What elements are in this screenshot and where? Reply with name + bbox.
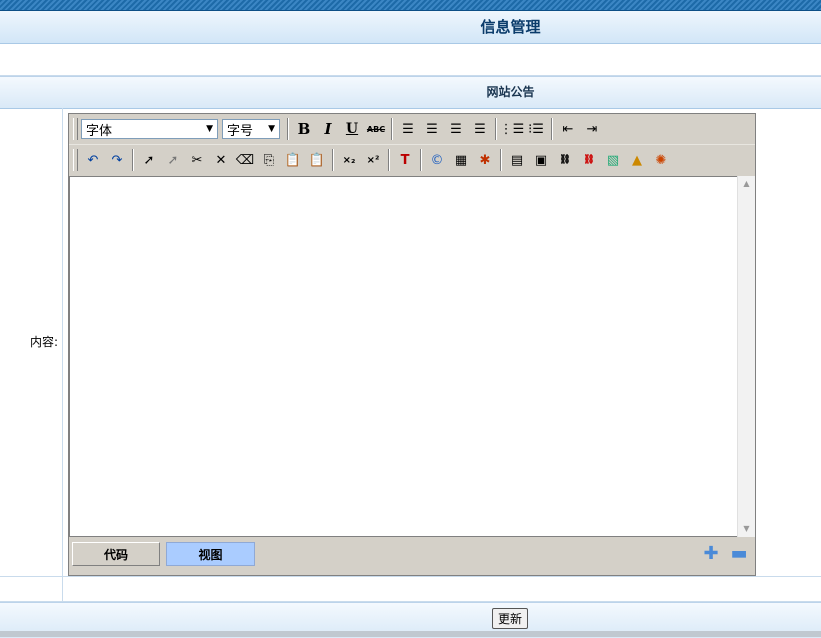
delete-icon[interactable]: ✕ bbox=[210, 149, 232, 171]
date-icon[interactable]: ▦ bbox=[450, 149, 472, 171]
image-icon[interactable]: ▧ bbox=[602, 149, 624, 171]
content-row: 内容: 字体 ▼ 字号 ▼ B I U ABC ☰ ☰ ☰ ☰ ⋮☰ ⁝☰ ⇤ bbox=[0, 108, 821, 577]
editor-toolbar-format: 字体 ▼ 字号 ▼ B I U ABC ☰ ☰ ☰ ☰ ⋮☰ ⁝☰ ⇤ ⇥ bbox=[69, 114, 755, 145]
frame-icon[interactable]: ▣ bbox=[530, 149, 552, 171]
cut-icon[interactable]: ✂ bbox=[186, 149, 208, 171]
indent-icon[interactable]: ⇥ bbox=[581, 118, 603, 140]
subscript-button[interactable]: ×₂ bbox=[338, 149, 360, 171]
toolbar-separator bbox=[495, 118, 497, 140]
top-decor-strip bbox=[0, 0, 821, 11]
toolbar-separator bbox=[132, 149, 134, 171]
editor-scrollbar[interactable]: ▲ ▼ bbox=[737, 176, 755, 537]
strikethrough-button[interactable]: ABC bbox=[365, 118, 387, 140]
page-title-bar: 信息管理 bbox=[0, 11, 821, 44]
ordered-list-icon[interactable]: ⋮☰ bbox=[500, 118, 525, 140]
content-label-cell: 内容: bbox=[0, 108, 63, 576]
rich-text-editor: 字体 ▼ 字号 ▼ B I U ABC ☰ ☰ ☰ ☰ ⋮☰ ⁝☰ ⇤ ⇥ ↶ ↷ bbox=[68, 113, 756, 576]
editor-mode-bar: 代码 视图 ✚ ▬ bbox=[69, 538, 755, 573]
flash-icon[interactable]: ✺ bbox=[650, 149, 672, 171]
empty-label-cell bbox=[0, 577, 63, 601]
toolbar-separator bbox=[551, 118, 553, 140]
align-center-icon[interactable]: ☰ bbox=[421, 118, 443, 140]
empty-row bbox=[0, 577, 821, 602]
spacer-row bbox=[0, 44, 821, 76]
media-icon[interactable]: ▲ bbox=[626, 149, 648, 171]
font-family-select[interactable]: 字体 ▼ bbox=[81, 119, 218, 139]
copy-icon[interactable]: ⎘ bbox=[258, 149, 280, 171]
underline-button[interactable]: U bbox=[341, 118, 363, 140]
editor-content-area[interactable] bbox=[69, 176, 754, 537]
expand-editor-icon[interactable]: ✚ bbox=[701, 544, 721, 564]
toolbar-separator bbox=[332, 149, 334, 171]
outdent-icon[interactable]: ⇤ bbox=[557, 118, 579, 140]
bold-button[interactable]: B bbox=[293, 118, 315, 140]
time-icon[interactable]: ✱ bbox=[474, 149, 496, 171]
view-mode-tab[interactable]: 视图 bbox=[166, 542, 255, 566]
text-color-icon[interactable]: T bbox=[394, 149, 416, 171]
toolbar-separator bbox=[287, 118, 289, 140]
toolbar-handle bbox=[73, 149, 78, 171]
scroll-up-icon[interactable]: ▲ bbox=[738, 176, 755, 192]
toolbar-separator bbox=[500, 149, 502, 171]
section-header: 网站公告 bbox=[0, 76, 821, 109]
font-family-value: 字体 bbox=[86, 123, 113, 139]
content-label: 内容: bbox=[29, 335, 58, 349]
align-right-icon[interactable]: ☰ bbox=[445, 118, 467, 140]
toolbar-separator bbox=[391, 118, 393, 140]
eraser-icon[interactable]: ⌫ bbox=[234, 149, 256, 171]
undo-icon[interactable]: ↶ bbox=[82, 149, 104, 171]
paste-icon[interactable]: 📋 bbox=[282, 149, 304, 171]
code-mode-tab[interactable]: 代码 bbox=[72, 542, 160, 566]
toolbar-separator bbox=[420, 149, 422, 171]
toolbar-handle bbox=[73, 118, 78, 140]
align-justify-icon[interactable]: ☰ bbox=[469, 118, 491, 140]
update-button[interactable]: 更新 bbox=[492, 608, 528, 629]
italic-button[interactable]: I bbox=[317, 118, 339, 140]
toolbar-separator bbox=[388, 149, 390, 171]
unlink-icon[interactable]: ⛓ bbox=[578, 149, 600, 171]
table-icon[interactable]: ▤ bbox=[506, 149, 528, 171]
font-size-select[interactable]: 字号 ▼ bbox=[222, 119, 280, 139]
select-pointer-icon[interactable]: ➚ bbox=[138, 149, 160, 171]
section-title: 网站公告 bbox=[486, 85, 535, 99]
link-icon[interactable]: ⛓ bbox=[554, 149, 576, 171]
paste-text-icon[interactable]: 📋 bbox=[306, 149, 328, 171]
chevron-down-icon: ▼ bbox=[206, 124, 213, 134]
font-size-value: 字号 bbox=[227, 123, 254, 139]
special-char-icon[interactable]: © bbox=[426, 149, 448, 171]
redo-icon[interactable]: ↷ bbox=[106, 149, 128, 171]
page-title: 信息管理 bbox=[480, 18, 541, 36]
shrink-editor-icon[interactable]: ▬ bbox=[729, 544, 749, 564]
scroll-down-icon[interactable]: ▼ bbox=[738, 521, 755, 537]
align-left-icon[interactable]: ☰ bbox=[397, 118, 419, 140]
superscript-button[interactable]: ×² bbox=[362, 149, 384, 171]
unordered-list-icon[interactable]: ⁝☰ bbox=[525, 118, 547, 140]
editor-toolbar-insert: ↶ ↷ ➚ ➚ ✂ ✕ ⌫ ⎘ 📋 📋 ×₂ ×² T © ▦ ✱ ▤ ▣ ⛓ … bbox=[69, 145, 755, 175]
chevron-down-icon: ▼ bbox=[268, 124, 275, 134]
bottom-border bbox=[0, 631, 821, 637]
select-all-icon[interactable]: ➚ bbox=[162, 149, 184, 171]
